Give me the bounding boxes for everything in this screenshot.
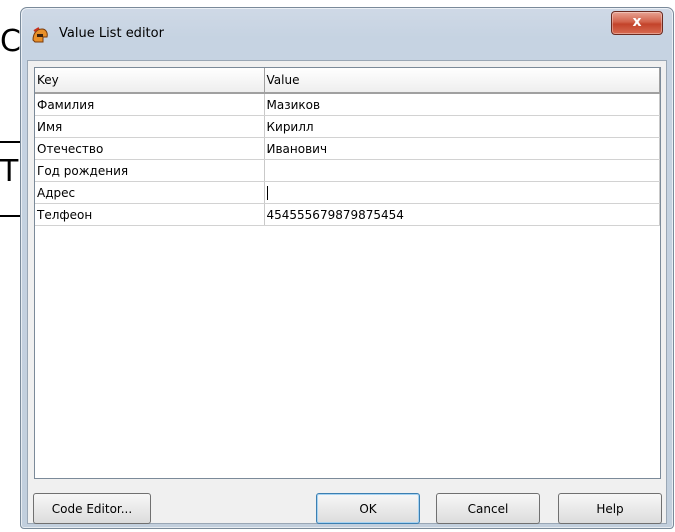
header-row: Key Value bbox=[35, 68, 660, 94]
value-list-table: Key Value Фамилия Мазиков Имя Кирилл Оте… bbox=[35, 68, 660, 226]
value-list-grid[interactable]: Key Value Фамилия Мазиков Имя Кирилл Оте… bbox=[34, 67, 661, 479]
table-row[interactable]: Отечество Иванович bbox=[35, 137, 660, 160]
close-button[interactable]: x bbox=[611, 11, 663, 35]
key-cell[interactable]: Адрес bbox=[35, 181, 265, 204]
column-header-value[interactable]: Value bbox=[264, 68, 660, 94]
key-cell[interactable]: Год рождения bbox=[35, 159, 265, 182]
value-cell[interactable]: Мазиков bbox=[264, 93, 660, 116]
key-cell[interactable]: Фамилия bbox=[35, 93, 265, 116]
value-cell-editing[interactable] bbox=[264, 181, 660, 204]
background-divider bbox=[0, 141, 22, 143]
value-cell[interactable]: Кирилл bbox=[264, 115, 660, 138]
table-row[interactable]: Имя Кирилл bbox=[35, 115, 660, 138]
value-list-editor-dialog: Value List editor x Key Value Фамилия Ма… bbox=[20, 7, 674, 529]
column-header-key[interactable]: Key bbox=[35, 68, 265, 94]
value-cell[interactable]: Иванович bbox=[264, 137, 660, 160]
client-area: Key Value Фамилия Мазиков Имя Кирилл Оте… bbox=[27, 60, 667, 524]
table-row[interactable]: Адрес bbox=[35, 181, 660, 204]
text-caret bbox=[266, 185, 268, 200]
help-button[interactable]: Help bbox=[558, 493, 662, 524]
cancel-button[interactable]: Cancel bbox=[436, 493, 540, 524]
ok-button[interactable]: OK bbox=[316, 493, 420, 524]
background-divider bbox=[0, 215, 22, 217]
key-cell[interactable]: Имя bbox=[35, 115, 265, 138]
value-cell[interactable]: 454555679879875454 bbox=[264, 203, 660, 226]
code-editor-button[interactable]: Code Editor... bbox=[33, 493, 151, 524]
window-title: Value List editor bbox=[59, 26, 164, 41]
key-cell[interactable]: Отечество bbox=[35, 137, 265, 160]
title-bar[interactable]: Value List editor x bbox=[21, 8, 673, 54]
app-helmet-icon bbox=[31, 27, 49, 45]
key-cell[interactable]: Телфеон bbox=[35, 203, 265, 226]
table-row[interactable]: Год рождения bbox=[35, 159, 660, 182]
table-row[interactable]: Фамилия Мазиков bbox=[35, 93, 660, 116]
value-cell[interactable] bbox=[264, 159, 660, 182]
table-row[interactable]: Телфеон 454555679879875454 bbox=[35, 203, 660, 226]
